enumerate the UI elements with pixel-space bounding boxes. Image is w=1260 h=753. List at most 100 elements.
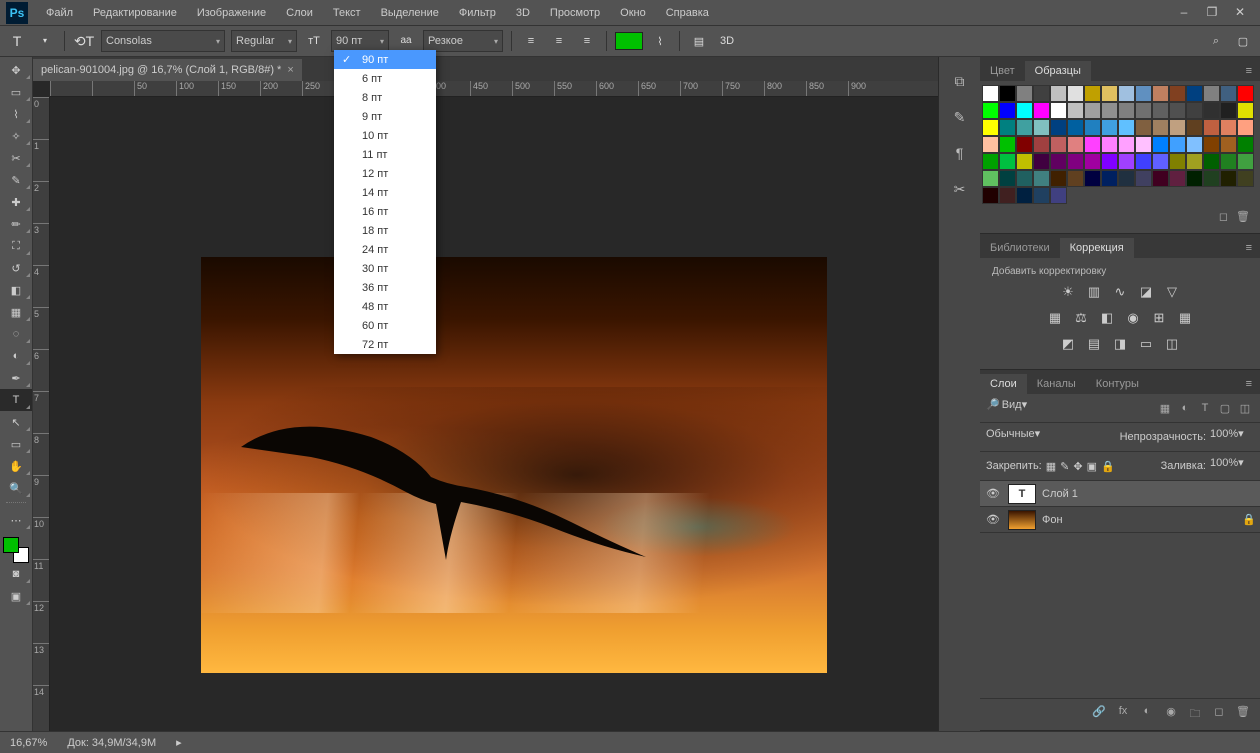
- font-size-option[interactable]: 12 пт: [334, 164, 436, 183]
- swatch[interactable]: [1152, 170, 1169, 187]
- swatch[interactable]: [1135, 119, 1152, 136]
- menu-filter[interactable]: Фильтр: [449, 3, 506, 23]
- crop-tool[interactable]: ✂: [0, 147, 32, 169]
- heal-tool[interactable]: ✚: [0, 191, 32, 213]
- swatch[interactable]: [1152, 136, 1169, 153]
- tab-color[interactable]: Цвет: [980, 61, 1025, 81]
- swatch[interactable]: [1135, 170, 1152, 187]
- properties-panel-icon[interactable]: ✂: [948, 177, 972, 201]
- path-select-tool[interactable]: ↖: [0, 411, 32, 433]
- swatch[interactable]: [1101, 153, 1118, 170]
- visibility-icon[interactable]: 👁: [984, 513, 1002, 526]
- swatch[interactable]: [1220, 102, 1237, 119]
- swatch[interactable]: [1135, 136, 1152, 153]
- swatch[interactable]: [982, 170, 999, 187]
- swatch[interactable]: [1101, 102, 1118, 119]
- levels-icon[interactable]: ▥: [1084, 283, 1104, 301]
- swatch[interactable]: [982, 136, 999, 153]
- swatch[interactable]: [982, 85, 999, 102]
- hand-tool[interactable]: ✋: [0, 455, 32, 477]
- swatch[interactable]: [1118, 170, 1135, 187]
- layer-row[interactable]: 👁 Фон 🔒: [980, 507, 1260, 533]
- swatch[interactable]: [1203, 119, 1220, 136]
- text-orientation-icon[interactable]: ⟲T: [73, 30, 95, 52]
- swatch[interactable]: [1169, 85, 1186, 102]
- swatch[interactable]: [999, 136, 1016, 153]
- lasso-tool[interactable]: ⌇: [0, 103, 32, 125]
- swatch[interactable]: [1169, 153, 1186, 170]
- swatch[interactable]: [1101, 85, 1118, 102]
- swatch[interactable]: [1101, 170, 1118, 187]
- swatch[interactable]: [1203, 102, 1220, 119]
- font-size-option[interactable]: 60 пт: [334, 316, 436, 335]
- mixer-icon[interactable]: ⊞: [1149, 309, 1169, 327]
- font-size-option[interactable]: 48 пт: [334, 297, 436, 316]
- swatch[interactable]: [1118, 85, 1135, 102]
- text-color-swatch[interactable]: [615, 32, 643, 50]
- lock-pos-icon[interactable]: ✥: [1073, 460, 1082, 473]
- swatch[interactable]: [1118, 102, 1135, 119]
- curves-icon[interactable]: ∿: [1110, 283, 1130, 301]
- swatch[interactable]: [1169, 136, 1186, 153]
- swatch[interactable]: [1169, 170, 1186, 187]
- swatch[interactable]: [1118, 153, 1135, 170]
- zoom-tool[interactable]: 🔍: [0, 477, 32, 499]
- adj-layer-icon[interactable]: ◉: [1162, 705, 1180, 724]
- swatch[interactable]: [1220, 170, 1237, 187]
- swatch[interactable]: [1067, 136, 1084, 153]
- swatch[interactable]: [1169, 102, 1186, 119]
- swatch[interactable]: [1152, 85, 1169, 102]
- window-maximize[interactable]: ❐: [1198, 5, 1226, 21]
- swatch[interactable]: [999, 85, 1016, 102]
- swatch[interactable]: [1220, 136, 1237, 153]
- swatch[interactable]: [1084, 136, 1101, 153]
- fill-combo[interactable]: 100%▾: [1210, 456, 1254, 476]
- workspace-icon[interactable]: ▢: [1232, 30, 1254, 52]
- lock-paint-icon[interactable]: ✎: [1060, 460, 1069, 473]
- type-tool[interactable]: T: [0, 389, 32, 411]
- swatch[interactable]: [1033, 119, 1050, 136]
- hue-icon[interactable]: ▦: [1045, 309, 1065, 327]
- swatch[interactable]: [1237, 102, 1254, 119]
- filter-shape-icon[interactable]: ▢: [1216, 399, 1234, 417]
- font-size-option[interactable]: 36 пт: [334, 278, 436, 297]
- tool-preset-arrow[interactable]: ▾: [34, 30, 56, 52]
- filter-kind-combo[interactable]: 🔎Вид▾: [986, 398, 1152, 418]
- swatch[interactable]: [1152, 153, 1169, 170]
- edit-toolbar[interactable]: ⋯: [0, 509, 32, 531]
- swatch[interactable]: [1135, 153, 1152, 170]
- font-size-combo[interactable]: 90 пт▾: [331, 30, 389, 52]
- blend-mode-combo[interactable]: Обычные▾: [986, 427, 1116, 447]
- swatch[interactable]: [999, 187, 1016, 204]
- lock-trans-icon[interactable]: ▦: [1046, 460, 1056, 473]
- vibrance-icon[interactable]: ▽: [1162, 283, 1182, 301]
- font-size-option[interactable]: 30 пт: [334, 259, 436, 278]
- wand-tool[interactable]: ✧: [0, 125, 32, 147]
- swatch[interactable]: [1237, 153, 1254, 170]
- swatch[interactable]: [1084, 102, 1101, 119]
- swatch[interactable]: [1220, 85, 1237, 102]
- link-icon[interactable]: 🔗: [1090, 705, 1108, 724]
- swatch[interactable]: [1084, 153, 1101, 170]
- swatch[interactable]: [1067, 85, 1084, 102]
- swatch[interactable]: [1016, 85, 1033, 102]
- swatch[interactable]: [1033, 153, 1050, 170]
- doc-size[interactable]: Док: 34,9M/34,9M: [67, 737, 156, 749]
- swatch[interactable]: [1186, 85, 1203, 102]
- stamp-tool[interactable]: ⛶: [0, 235, 32, 257]
- swatch[interactable]: [1067, 170, 1084, 187]
- history-brush-tool[interactable]: ↺: [0, 257, 32, 279]
- layer-row[interactable]: 👁 T Слой 1: [980, 481, 1260, 507]
- swatch[interactable]: [1016, 187, 1033, 204]
- font-size-option[interactable]: 6 пт: [334, 69, 436, 88]
- new-swatch-icon[interactable]: ◻: [1219, 210, 1228, 223]
- font-size-option[interactable]: 72 пт: [334, 335, 436, 354]
- mask-icon[interactable]: ◐: [1138, 705, 1156, 724]
- pen-tool[interactable]: ✒: [0, 367, 32, 389]
- tab-layers[interactable]: Слои: [980, 374, 1027, 394]
- visibility-icon[interactable]: 👁: [984, 487, 1002, 500]
- group-icon[interactable]: 🗀: [1186, 705, 1204, 724]
- fg-color[interactable]: [3, 537, 19, 553]
- selcolor-icon[interactable]: ◫: [1162, 335, 1182, 353]
- swatch[interactable]: [1067, 102, 1084, 119]
